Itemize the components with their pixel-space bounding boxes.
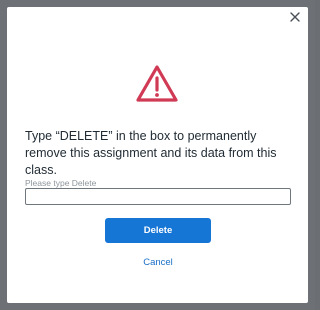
confirmation-message: Type “DELETE” in the box to permanently … [25,129,277,177]
cancel-link[interactable]: Cancel [105,257,211,268]
close-button[interactable] [286,8,304,26]
delete-confirmation-dialog: Type “DELETE” in the box to permanently … [7,7,308,303]
delete-confirmation-input[interactable] [25,188,291,205]
delete-button[interactable]: Delete [105,218,211,243]
input-label: Please type Delete [25,178,97,188]
close-icon [290,12,300,22]
warning-triangle-icon [136,65,178,102]
